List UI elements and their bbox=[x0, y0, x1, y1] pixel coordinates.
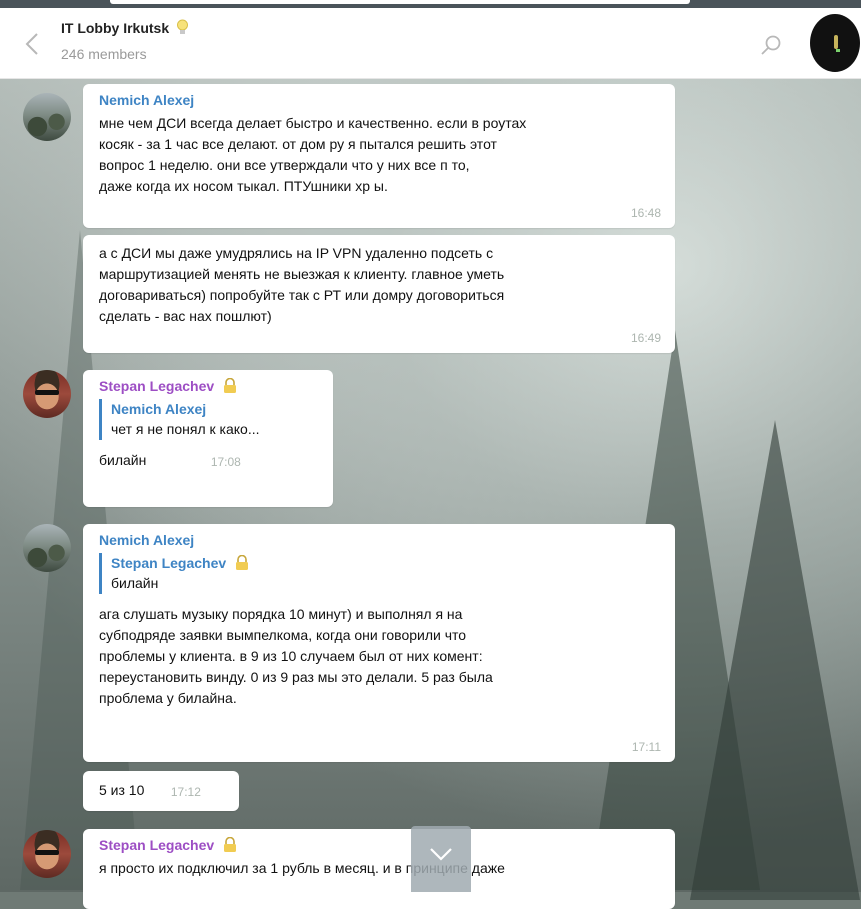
message-time: 16:48 bbox=[630, 206, 661, 220]
scroll-down-button[interactable] bbox=[411, 826, 471, 892]
message-time: 16:49 bbox=[630, 331, 661, 345]
reply-text: чет я не понял к како... bbox=[111, 421, 260, 437]
reply-quote[interactable]: Stepan Legachev билайн bbox=[99, 553, 659, 594]
lock-icon bbox=[224, 837, 237, 852]
chat-title-block[interactable]: IT Lobby Irkutsk 246 members bbox=[61, 18, 189, 62]
sender-name[interactable]: Nemich Alexej bbox=[99, 532, 659, 548]
message-bubble[interactable]: Stepan Legachev Nemich Alexej чет я не п… bbox=[83, 370, 333, 507]
message-bubble[interactable]: Nemich Alexej Stepan Legachev билайн ага… bbox=[83, 524, 675, 762]
message-bubble[interactable]: 5 из 10 17:12 bbox=[83, 771, 239, 811]
member-count: 246 members bbox=[61, 46, 147, 62]
avatar[interactable] bbox=[23, 93, 71, 141]
message-text: а с ДСИ мы даже умудрялись на IP VPN уда… bbox=[99, 245, 505, 324]
chat-title: IT Lobby Irkutsk bbox=[61, 20, 170, 36]
lock-icon bbox=[224, 378, 237, 393]
top-strip bbox=[0, 0, 861, 8]
message-time: 17:12 bbox=[170, 785, 201, 799]
avatar[interactable] bbox=[23, 524, 71, 572]
message-bubble[interactable]: Nemich Alexej мне чем ДСИ всегда делает … bbox=[83, 84, 675, 228]
message-text: билайн bbox=[99, 452, 147, 468]
lock-icon bbox=[236, 555, 249, 570]
avatar[interactable] bbox=[23, 370, 71, 418]
chevron-down-icon bbox=[430, 848, 452, 861]
sender-name-text: Stepan Legachev bbox=[99, 378, 215, 394]
message-text: мне чем ДСИ всегда делает быстро и качес… bbox=[99, 115, 527, 194]
avatar[interactable] bbox=[23, 830, 71, 878]
lightbulb-icon bbox=[177, 19, 189, 34]
message-text: я просто их подключил за 1 рубль в месяц… bbox=[99, 860, 505, 876]
group-avatar-mark bbox=[836, 49, 840, 52]
sender-name-text: Stepan Legachev bbox=[99, 837, 215, 853]
message-time: 17:11 bbox=[631, 740, 661, 754]
top-input-edge bbox=[110, 0, 690, 4]
group-avatar[interactable] bbox=[810, 14, 860, 72]
reply-sender-text: Stepan Legachev bbox=[111, 555, 227, 571]
message-bubble[interactable]: Stepan Legachev я просто их подключил за… bbox=[83, 829, 675, 909]
message-bubble[interactable]: а с ДСИ мы даже умудрялись на IP VPN уда… bbox=[83, 235, 675, 353]
group-avatar-mark bbox=[834, 35, 838, 49]
sender-name[interactable]: Nemich Alexej bbox=[99, 92, 659, 108]
reply-sender: Nemich Alexej bbox=[111, 401, 207, 417]
sender-name[interactable]: Stepan Legachev bbox=[99, 378, 317, 394]
message-text: 5 из 10 bbox=[99, 782, 145, 798]
message-text: ага слушать музыку порядка 10 минут) и в… bbox=[99, 606, 493, 706]
chevron-left-icon[interactable] bbox=[24, 32, 40, 56]
reply-sender: Stepan Legachev bbox=[111, 553, 659, 573]
chat-header: IT Lobby Irkutsk 246 members bbox=[0, 8, 861, 79]
reply-text: билайн bbox=[111, 575, 159, 591]
reply-quote[interactable]: Nemich Alexej чет я не понял к како... bbox=[99, 399, 317, 440]
message-time: 17:08 bbox=[210, 455, 241, 469]
search-icon[interactable] bbox=[760, 34, 782, 56]
sender-name[interactable]: Stepan Legachev bbox=[99, 837, 659, 853]
